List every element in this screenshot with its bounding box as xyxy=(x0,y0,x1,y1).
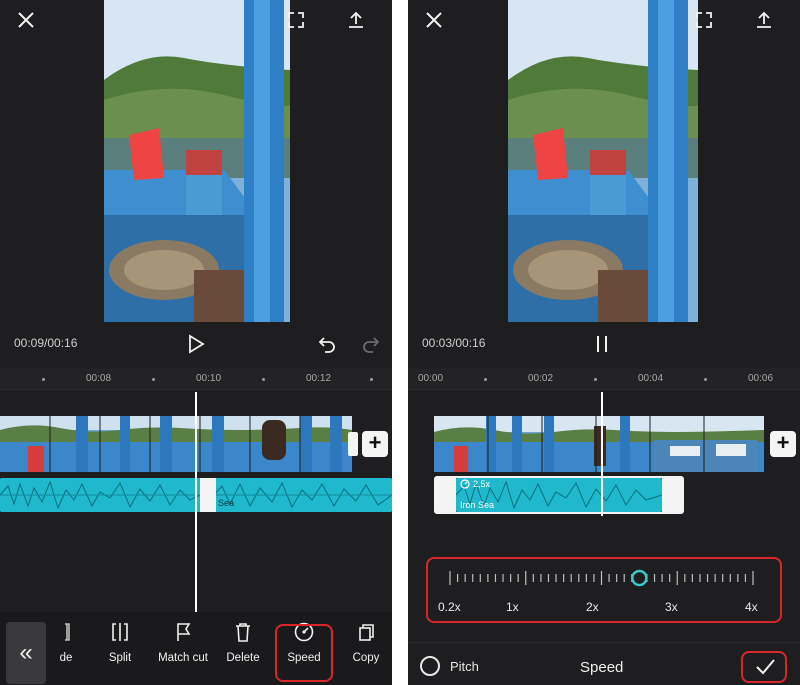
audio-clip-label: Iron Sea xyxy=(460,500,495,510)
ruler-tick: 00:06 xyxy=(748,373,774,384)
editor-panel-right: 00:03/00:16 00:00 00:02 00:04 00:06 + 2,… xyxy=(408,0,800,685)
tool-partial[interactable]: de xyxy=(36,618,96,664)
pitch-label: Pitch xyxy=(450,659,479,674)
checkmark-icon[interactable] xyxy=(754,655,776,682)
speed-label: 3x xyxy=(665,600,678,614)
audio-trim-handle[interactable] xyxy=(200,478,216,512)
close-icon[interactable] xyxy=(420,6,448,34)
video-clip-track[interactable] xyxy=(434,416,764,472)
ruler-dot xyxy=(152,378,155,381)
speed-slider[interactable] xyxy=(408,560,800,600)
copy-icon xyxy=(336,618,392,646)
audio-trim-handle-left[interactable] xyxy=(436,478,456,512)
ruler-tick: 00:12 xyxy=(306,373,332,384)
ruler-dot xyxy=(704,378,707,381)
ruler-dot xyxy=(594,378,597,381)
ruler-tick: 00:02 xyxy=(528,373,554,384)
ruler-dot xyxy=(42,378,45,381)
audio-speed-badge: 2,5x xyxy=(460,479,490,489)
ruler-tick: 00:00 xyxy=(418,373,444,384)
tool-label: Split xyxy=(108,652,132,664)
video-thumbnails xyxy=(434,416,764,472)
panel-title: Speed xyxy=(580,659,624,676)
video-frame-image xyxy=(508,0,698,322)
video-preview[interactable] xyxy=(104,0,290,322)
video-thumbnails xyxy=(0,416,352,472)
pause-icon[interactable] xyxy=(592,333,612,360)
ruler-tick: 00:10 xyxy=(196,373,222,384)
audio-clip-label: Sea xyxy=(218,498,235,508)
time-display: 00:03/00:16 xyxy=(422,336,486,350)
play-icon[interactable] xyxy=(186,333,206,360)
ruler-dot xyxy=(262,378,265,381)
tool-label: Delete xyxy=(226,652,260,664)
time-display: 00:09/00:16 xyxy=(14,336,78,350)
fullscreen-icon[interactable] xyxy=(690,6,718,34)
add-clip-button[interactable]: + xyxy=(362,431,388,457)
split-icon xyxy=(90,618,150,646)
speedometer-icon xyxy=(460,479,470,489)
pitch-radio[interactable] xyxy=(420,656,440,676)
slider-knob[interactable] xyxy=(631,569,648,587)
speed-badge-value: 2,5x xyxy=(473,479,491,489)
speed-label: 2x xyxy=(586,600,599,614)
ruler-dot xyxy=(370,378,373,381)
timeline-ruler[interactable]: 00:08 00:10 00:12 xyxy=(0,368,392,390)
redo-icon[interactable] xyxy=(360,333,382,360)
audio-trim-handle-right[interactable] xyxy=(662,478,682,512)
speed-label: 0.2x xyxy=(438,600,461,614)
ruler-tick: 00:04 xyxy=(638,373,664,384)
video-preview[interactable] xyxy=(508,0,698,322)
speed-label: 1x xyxy=(506,600,519,614)
ruler-dot xyxy=(484,378,487,381)
export-icon[interactable] xyxy=(750,6,778,34)
export-icon[interactable] xyxy=(342,6,370,34)
timeline-ruler[interactable]: 00:00 00:02 00:04 00:06 xyxy=(408,368,800,390)
fullscreen-icon[interactable] xyxy=(282,6,310,34)
trim-icon xyxy=(36,618,96,646)
video-frame-image xyxy=(104,0,290,322)
close-icon[interactable] xyxy=(12,6,40,34)
video-clip-track[interactable] xyxy=(0,416,352,472)
slider-ticks xyxy=(449,571,754,585)
tool-label: Copy xyxy=(352,652,380,664)
playhead[interactable] xyxy=(195,392,197,612)
add-clip-button[interactable]: + xyxy=(770,431,796,457)
tool-match-cut[interactable]: Match cut xyxy=(152,618,214,664)
ruler-tick: 00:08 xyxy=(86,373,112,384)
trash-icon xyxy=(213,618,273,646)
clip-trim-handle[interactable] xyxy=(348,432,358,456)
panel-divider xyxy=(392,0,408,685)
tool-delete[interactable]: Delete xyxy=(213,618,273,664)
flag-icon xyxy=(152,618,214,646)
editor-panel-left: 00:09/00:16 00:08 00:10 00:12 + Sea « de… xyxy=(0,0,392,685)
speed-highlight-box xyxy=(275,624,333,682)
tool-copy[interactable]: Copy xyxy=(336,618,392,664)
speed-label: 4x xyxy=(745,600,758,614)
tool-label: de xyxy=(59,652,73,664)
undo-icon[interactable] xyxy=(316,333,338,360)
tool-split[interactable]: Split xyxy=(90,618,150,664)
playhead[interactable] xyxy=(601,392,603,516)
tool-label: Match cut xyxy=(158,652,208,664)
